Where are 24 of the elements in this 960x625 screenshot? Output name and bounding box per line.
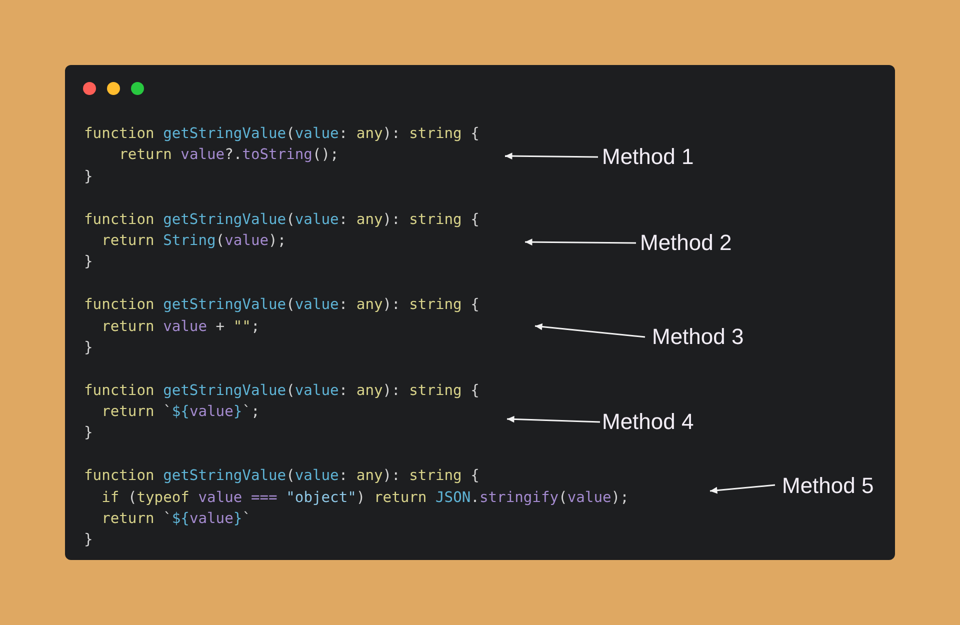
window-control-dot[interactable] bbox=[107, 82, 120, 95]
window-control-dot[interactable] bbox=[131, 82, 144, 95]
window-control-dot[interactable] bbox=[83, 82, 96, 95]
code-line: } bbox=[84, 338, 93, 356]
code-line: } bbox=[84, 168, 93, 185]
code-line: if (typeof value === "object") return JSON.stringify(value); bbox=[100, 488, 629, 506]
annotation-label: Method 5 bbox=[782, 472, 874, 500]
code-line: return value?.toString(); bbox=[118, 146, 339, 164]
code-line: function getStringValue(value: any): string { bbox=[84, 125, 480, 142]
code-line: return String(value); bbox=[100, 232, 286, 249]
code-line: return `${value}`; bbox=[100, 403, 260, 420]
code-line: function getStringValue(value: any): string { bbox=[84, 210, 480, 228]
code-line: return `${value}` bbox=[100, 510, 251, 528]
code-line: function getStringValue(value: any): string { bbox=[84, 382, 480, 399]
annotation-label: Method 1 bbox=[602, 143, 694, 171]
annotation-label: Method 3 bbox=[652, 323, 744, 352]
code-line: function getStringValue(value: any): string { bbox=[84, 467, 480, 484]
code-line: } bbox=[84, 424, 93, 442]
code-line: } bbox=[84, 253, 93, 270]
annotation-label: Method 4 bbox=[602, 408, 694, 436]
annotation-label: Method 2 bbox=[640, 228, 732, 257]
code-line: function getStringValue(value: any): string { bbox=[84, 296, 480, 314]
code-line: } bbox=[84, 531, 93, 548]
code-line: return value + ""; bbox=[100, 318, 260, 335]
